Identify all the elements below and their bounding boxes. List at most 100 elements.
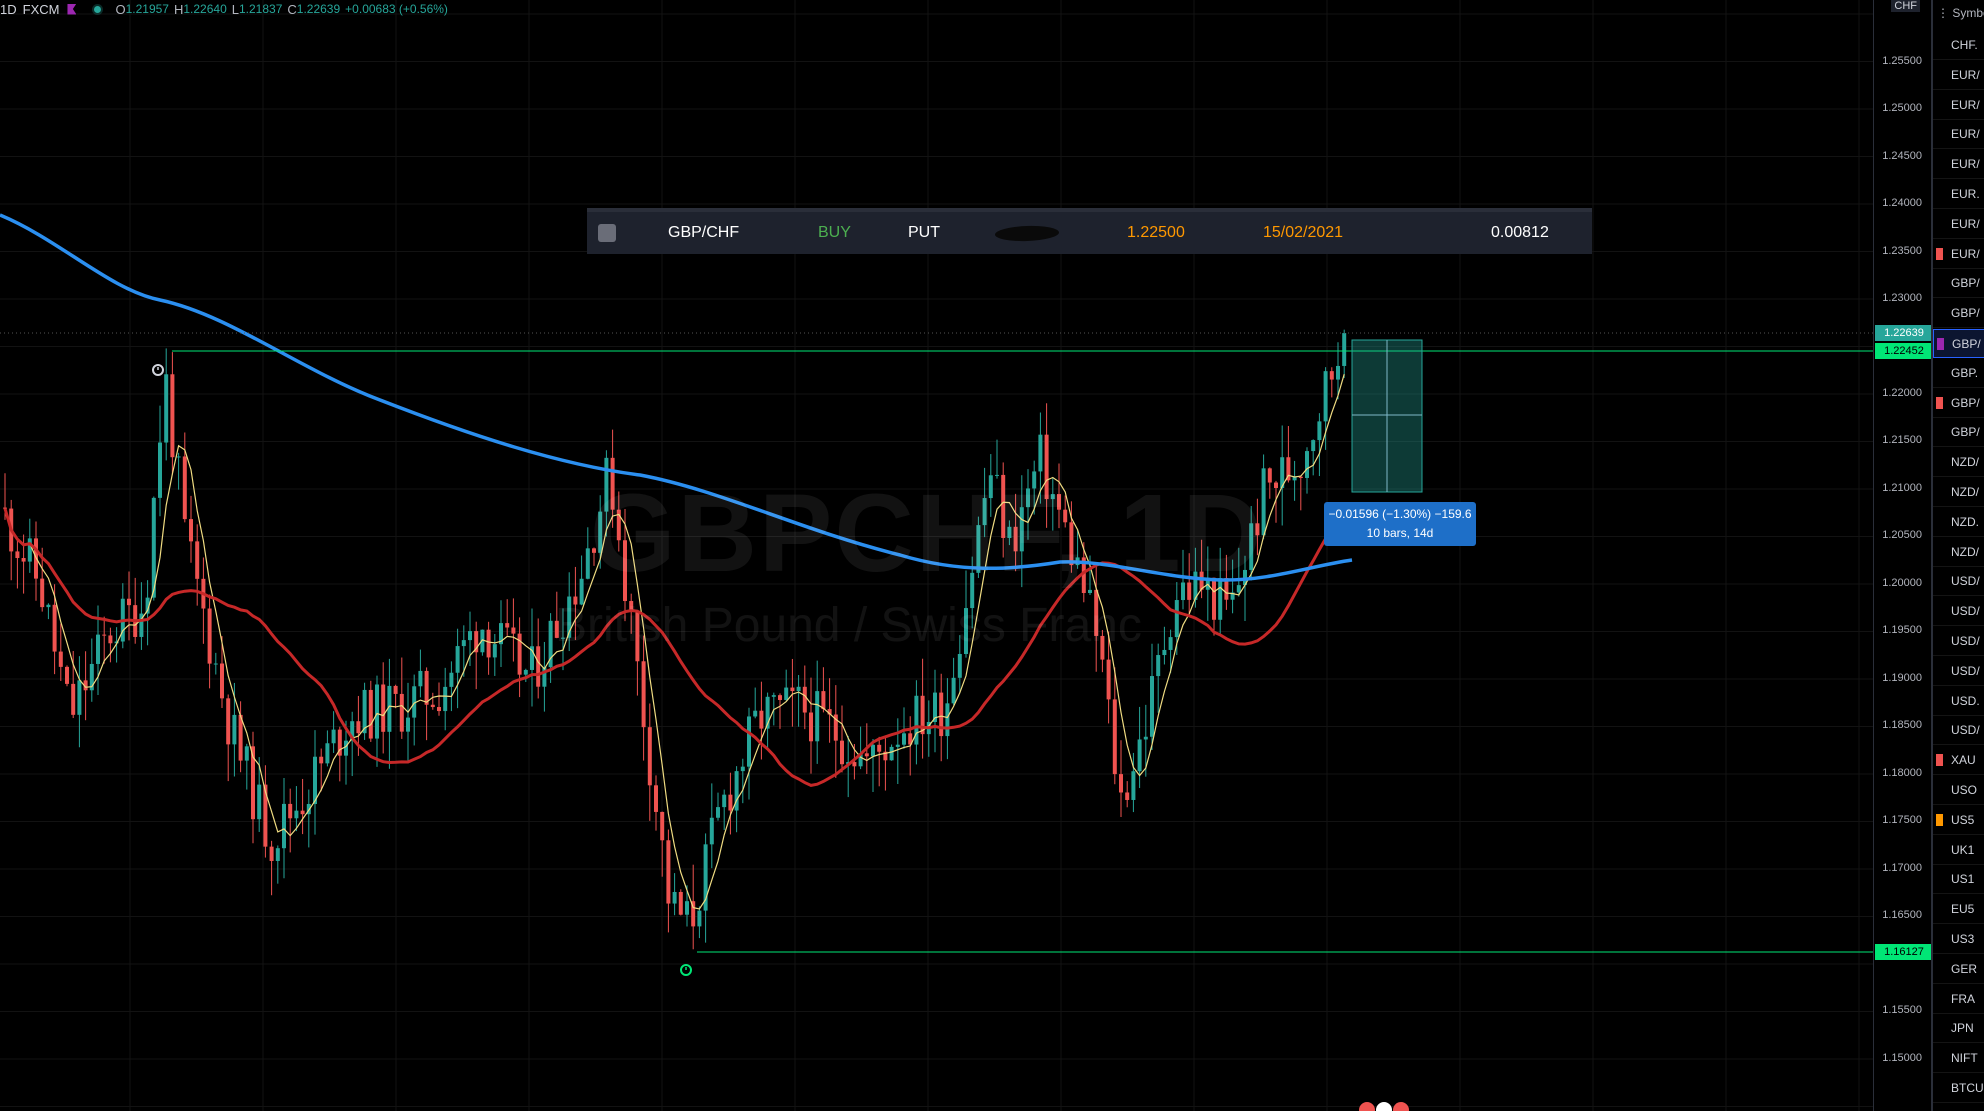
candle-body [182,456,187,520]
price-tick: 1.25000 [1882,102,1922,114]
candle-body [449,672,454,687]
watchlist-item[interactable]: GBP/ [1933,418,1984,448]
watchlist-item[interactable]: USD/ [1933,567,1984,597]
watchlist-item[interactable]: GBP/ [1933,269,1984,299]
exchange-label: FXCM [22,1,60,17]
watchlist-item[interactable]: US3 [1933,925,1984,954]
watchlist-item[interactable]: CHF. [1933,31,1984,60]
watchlist-item[interactable]: FRA [1933,985,1984,1014]
price-chart[interactable] [0,0,1873,1111]
watchlist-item[interactable]: NZD. [1933,508,1984,537]
watchlist-item[interactable]: USD/ [1933,657,1984,686]
drawing-tools-icon[interactable] [1357,1098,1411,1111]
watchlist-symbol: NZD. [1951,514,1979,529]
candle-body [970,572,975,609]
candle-body [957,653,962,678]
price-axis[interactable]: CHF 1.25500 1.25000 1.24500 1.24000 1.23… [1873,0,1933,1111]
watchlist-item[interactable]: UK1 [1933,836,1984,865]
watchlist-item[interactable]: US5 [1933,806,1984,835]
candle-body [344,740,348,756]
watchlist-item[interactable]: GBP/ [1933,329,1984,358]
interval-label[interactable]: 1D [0,2,17,17]
watchlist-item[interactable]: USD. [1933,687,1984,716]
watchlist-item[interactable]: EUR/ [1933,210,1984,239]
watchlist-item[interactable]: USD/ [1933,627,1984,656]
watchlist-item[interactable]: USD/ [1933,716,1984,746]
flag-icon[interactable] [67,3,77,15]
watchlist-symbol: UK1 [1951,842,1975,857]
chart-area[interactable]: GBPCHF, 1D British Pound / Swiss Franc 1… [0,0,1873,1111]
watchlist-item[interactable]: EUR. [1933,180,1984,209]
candle-body [58,651,63,667]
candle-body [610,457,615,510]
candle-body [1267,468,1272,483]
watchlist-item[interactable]: GER [1933,955,1984,984]
candle-body [430,704,435,708]
order-checkbox[interactable] [598,224,616,242]
watchlist-item[interactable]: GBP. [1933,359,1984,388]
level-low-tag: 1.16127 [1875,944,1933,960]
watchlist-item[interactable]: GBP/ [1933,299,1984,329]
watchlist-symbol: EUR/ [1951,67,1980,82]
watchlist-item[interactable]: EUR/ [1933,120,1984,150]
watchlist-symbol: EU5 [1951,902,1975,917]
watchlist-item[interactable]: EUR/ [1933,61,1984,90]
candle-body [505,623,510,628]
candle-body [164,374,169,443]
watchlist-item[interactable]: BTCU [1933,1074,1984,1103]
candle-body [871,744,875,757]
watchlist-header[interactable]: ⋮ Symbol [1933,0,1984,26]
candle-body [381,684,386,732]
current-price-tag: 1.22639 [1875,325,1933,341]
watchlist-item[interactable]: EU5 [1933,895,1984,925]
price-tick: 1.25500 [1882,55,1922,67]
watchlist-item[interactable]: EUR/ [1933,150,1984,180]
watchlist-item[interactable]: EUR/ [1933,240,1984,269]
axis-currency-label[interactable]: CHF [1891,0,1920,12]
watchlist-item[interactable]: JPN [1933,1014,1984,1044]
candle-body [982,498,987,526]
candle-body [536,646,541,687]
watchlist-item[interactable]: GBP/ [1933,389,1984,418]
watchlist-item[interactable]: XAU [1933,746,1984,776]
candle-body [1156,655,1161,677]
candle-body [784,687,789,700]
watchlist-item[interactable]: NZD/ [1933,478,1984,507]
price-tick: 1.17000 [1882,862,1922,874]
candle-body [995,474,999,476]
measure-tooltip: −0.01596 (−1.30%) −159.6 10 bars, 14d [1324,502,1476,546]
watchlist-item[interactable]: NIFT [1933,1044,1984,1074]
candle-body [654,785,658,812]
watchlist-symbol: US3 [1951,932,1975,946]
order-strike: 1.22500 [1127,224,1185,241]
watchlist-item[interactable]: NZD/ [1933,538,1984,567]
watchlist-item[interactable]: USD/ [1933,597,1984,627]
watchlist-item[interactable]: NZD/ [1933,448,1984,478]
watchlist-symbol: GER [1951,961,1978,976]
watchlist-panel[interactable]: ⋮ Symbol CHF. EUR/EUR/EUR/EUR/EUR. EUR/EUR… [1931,0,1984,1111]
watchlist-symbol: NIFT [1951,1051,1978,1066]
candle-body [27,538,32,562]
candle-body [740,766,745,772]
candle-body [207,608,212,664]
candle-body [902,733,906,745]
candle-body [592,548,596,553]
candle-body [685,901,689,915]
candle-body [604,457,609,512]
order-bar[interactable]: GBP/CHF BUY PUT 1.22500 15/02/2021 0.008… [587,208,1592,254]
candle-body [716,807,720,818]
change-value: +0.00683 (+0.56%) [345,2,448,16]
watchlist-item[interactable]: US1 [1933,865,1984,895]
watchlist-item[interactable]: EUR/ [1933,91,1984,120]
watchlist-item[interactable]: USO [1933,776,1984,805]
watchlist-symbol: EUR/ [1951,97,1980,112]
candle-body [1236,585,1241,593]
candle-body [1218,578,1223,620]
legend-header: 1D FXCM O 1.21957 H 1.22640 L 1.21837 C 1.22… [0,0,453,18]
candle-body [288,803,293,819]
candle-body [1038,434,1043,472]
close-label: C [287,1,297,17]
candle-body [809,712,813,742]
candle-body [1168,637,1173,650]
candle-body [678,891,683,915]
